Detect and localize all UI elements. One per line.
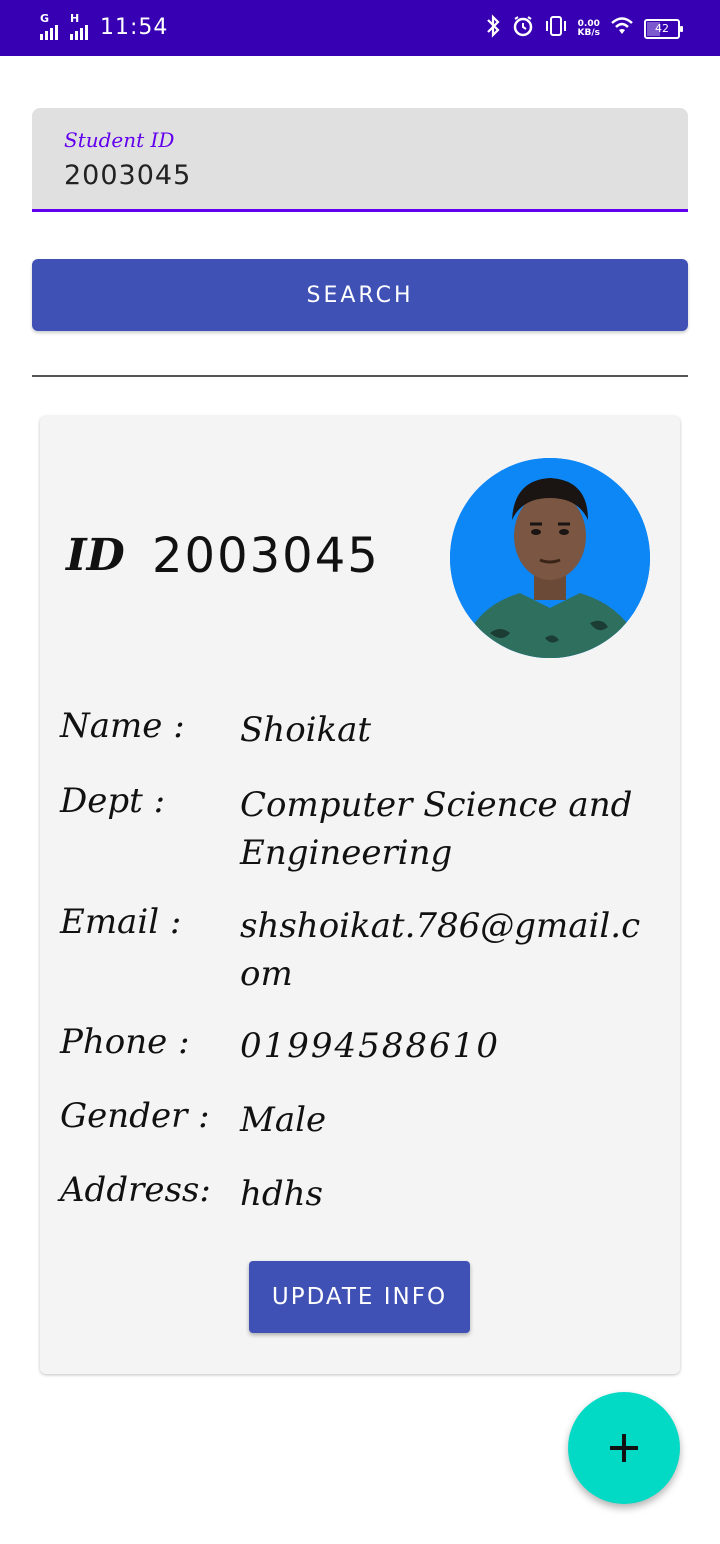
status-right: 0.00 KB/s 42 [484,14,683,43]
bluetooth-icon [484,14,502,43]
signal-sim2-icon: H [70,12,88,40]
student-card: ID 2003045 Name : Shoikat Dept : Compute… [40,416,680,1374]
network-speed: 0.00 KB/s [577,19,600,38]
alarm-icon [512,15,534,42]
gender-label: Gender : [60,1096,210,1136]
divider [32,375,688,377]
signal-sim1-icon: G [40,12,58,40]
battery-level: 42 [655,21,669,35]
gender-value: Male [240,1100,327,1140]
phone-value: 01994588610 [240,1026,500,1066]
status-bar: G H 11:54 0.00 KB/s 42 [0,0,720,56]
student-photo [450,458,650,658]
update-info-button[interactable]: UPDATE INFO [249,1261,470,1333]
email-label: Email : [60,902,182,942]
name-label: Name : [60,706,185,746]
student-id-field[interactable]: Student ID 2003045 [32,108,688,212]
email-value: shshoikat.786@gmail.com [240,906,641,994]
status-left: G H 11:54 [40,12,169,40]
dept-value: Computer Science and Engineering [240,785,633,873]
wifi-icon [610,16,634,41]
network-speed-unit: KB/s [577,27,600,38]
student-id-input[interactable]: 2003045 [64,160,191,191]
student-id-label: Student ID [64,128,175,152]
dept-label: Dept : [60,781,166,821]
clock: 11:54 [100,14,169,40]
phone-label: Phone : [60,1022,190,1062]
id-label: ID [66,530,125,581]
address-label: Address: [60,1170,211,1210]
add-student-button[interactable] [568,1392,680,1504]
sim1-network-type: G [40,12,50,25]
avatar [450,458,650,658]
battery-icon: 42 [644,18,683,39]
id-value: 2003045 [152,528,380,584]
address-value: hdhs [240,1174,324,1214]
name-value: Shoikat [240,710,372,750]
vibrate-icon [544,15,568,42]
search-button[interactable]: SEARCH [32,259,688,331]
plus-icon [610,1434,638,1462]
sim2-network-type: H [70,12,80,25]
